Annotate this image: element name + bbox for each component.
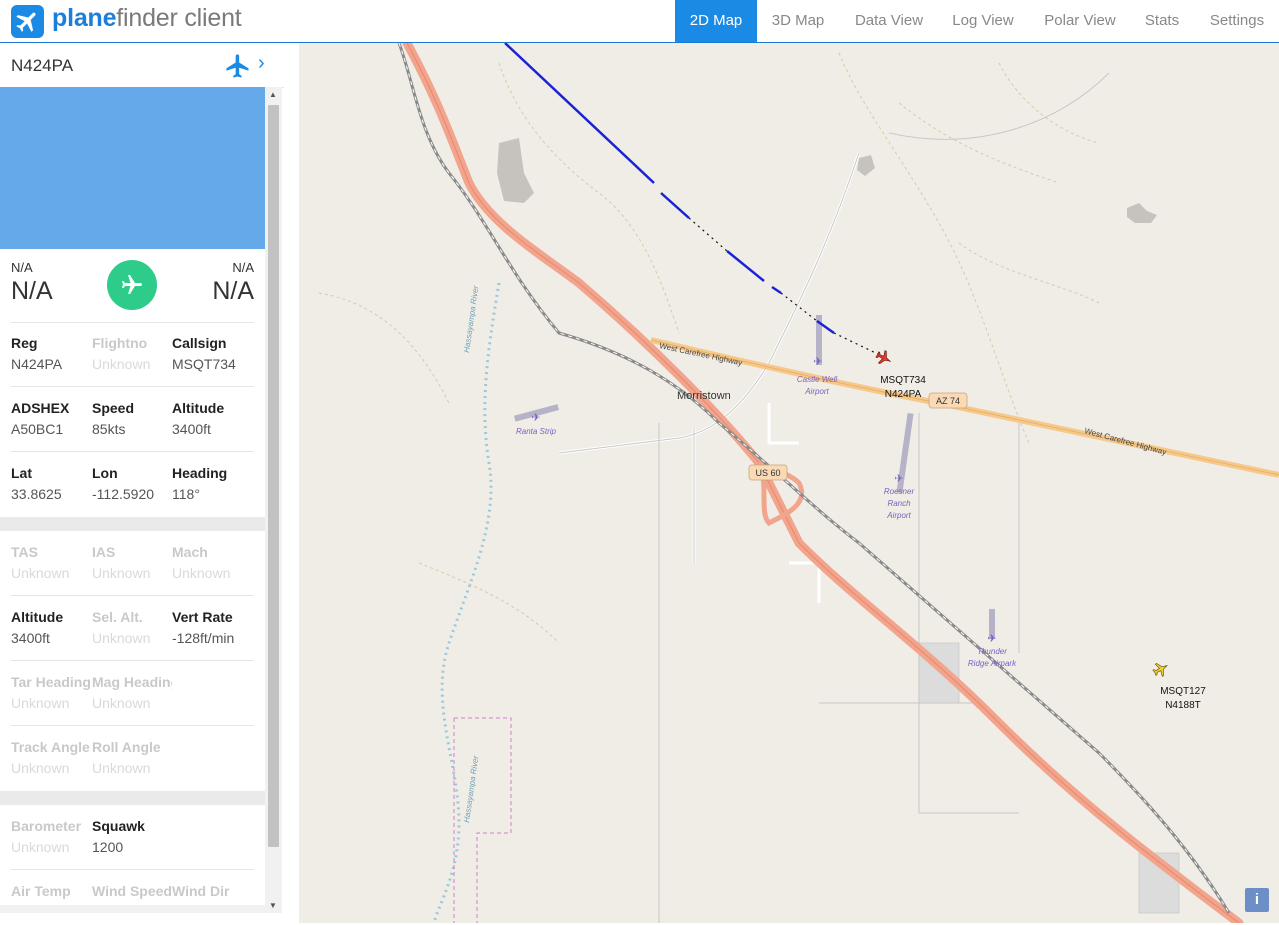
section-band xyxy=(0,517,265,531)
flight-track-gap xyxy=(688,217,885,358)
aircraft-photo xyxy=(0,87,265,249)
field-callsign: Callsign MSQT734 xyxy=(172,335,236,372)
field-track-angle: Track Angle Unknown xyxy=(11,739,90,776)
svg-text:✈: ✈ xyxy=(531,412,540,424)
field-heading: Heading 118° xyxy=(172,465,228,502)
svg-text:Ridge Airpark: Ridge Airpark xyxy=(968,659,1017,668)
section-band xyxy=(0,791,265,805)
svg-text:AZ 74: AZ 74 xyxy=(936,396,960,406)
place-label-morristown: Morristown xyxy=(677,390,731,402)
field-selected-altitude: Sel. Alt. Unknown xyxy=(92,609,151,646)
aircraft-registration: N424PA xyxy=(11,56,74,75)
field-tas: TAS Unknown xyxy=(11,544,70,581)
svg-text:Roesner: Roesner xyxy=(884,487,915,496)
ranta-strip: ✈ Ranta Strip xyxy=(513,404,559,436)
az74-shield: AZ 74 xyxy=(928,392,968,409)
chevron-right-icon[interactable]: › xyxy=(258,52,265,75)
scroll-up-icon[interactable]: ▲ xyxy=(269,90,277,99)
brand-name: planefinder client xyxy=(52,4,242,32)
map-canvas[interactable]: Hassayampa River Hassayampa River West C… xyxy=(299,43,1279,923)
svg-text:Ranta Strip: Ranta Strip xyxy=(516,427,557,436)
plane-logo-icon[interactable] xyxy=(11,5,44,38)
scroll-down-icon[interactable]: ▼ xyxy=(269,901,277,910)
svg-text:N4188T: N4188T xyxy=(1165,700,1201,711)
tab-3d-map[interactable]: 3D Map xyxy=(762,0,834,42)
field-wind-speed: Wind Speed xyxy=(92,883,172,899)
scrollbar-thumb[interactable] xyxy=(268,105,279,847)
tab-settings[interactable]: Settings xyxy=(1200,0,1274,42)
horizontal-scrollbar[interactable] xyxy=(0,905,265,913)
field-reg: Reg N424PA xyxy=(11,335,63,372)
aircraft-header: N424PA › xyxy=(0,43,284,88)
vertical-scrollbar[interactable]: ▲ ▼ xyxy=(265,87,282,913)
tab-polar-view[interactable]: Polar View xyxy=(1036,0,1124,42)
field-lon: Lon -112.5920 xyxy=(92,465,155,502)
divider xyxy=(11,660,254,661)
aircraft-marker[interactable]: MSQT127 N4188T xyxy=(1151,659,1206,711)
map-view[interactable]: Hassayampa River Hassayampa River West C… xyxy=(299,43,1279,923)
svg-text:Airport: Airport xyxy=(804,387,829,396)
field-adshex: ADSHEX A50BC1 xyxy=(11,400,70,437)
svg-text:MSQT127: MSQT127 xyxy=(1160,686,1206,697)
field-air-temp: Air Temp xyxy=(11,883,71,899)
map-info-button[interactable]: i xyxy=(1245,888,1269,912)
origin-label: N/A xyxy=(11,260,33,275)
field-altitude: Altitude 3400ft xyxy=(172,400,225,437)
field-roll-angle: Roll Angle Unknown xyxy=(92,739,161,776)
route-airplane-icon xyxy=(107,260,157,310)
svg-text:Castle Well: Castle Well xyxy=(797,375,838,384)
tab-stats[interactable]: Stats xyxy=(1135,0,1189,42)
destination-label: N/A xyxy=(232,260,254,275)
tab-log-view[interactable]: Log View xyxy=(943,0,1023,42)
field-speed: Speed 85kts xyxy=(92,400,135,437)
route-summary: N/A N/A N/A N/A xyxy=(11,260,254,320)
divider xyxy=(11,725,254,726)
svg-text:N424PA: N424PA xyxy=(885,389,922,400)
tab-2d-map[interactable]: 2D Map xyxy=(675,0,757,42)
svg-text:✈: ✈ xyxy=(813,356,822,368)
field-barometer: Barometer Unknown xyxy=(11,818,82,855)
svg-text:✈: ✈ xyxy=(987,633,996,645)
us60-shield: US 60 xyxy=(748,464,788,481)
river-label: Hassayampa River xyxy=(462,285,480,354)
field-ias: IAS Unknown xyxy=(92,544,151,581)
top-header: planefinder client 2D Map 3D Map Data Vi… xyxy=(0,0,1279,43)
svg-text:US 60: US 60 xyxy=(755,468,780,478)
airplane-icon[interactable] xyxy=(224,52,252,80)
origin-code: N/A xyxy=(11,277,53,305)
field-tar-heading: Tar Heading Unknown xyxy=(11,674,91,711)
divider xyxy=(11,451,254,452)
aircraft-details-panel: N424PA › N/A N/A N/A N/A Reg N424PA Fligh… xyxy=(0,43,284,925)
svg-text:MSQT734: MSQT734 xyxy=(880,375,926,386)
field-wind-dir: Wind Dir xyxy=(172,883,230,899)
field-mag-heading: Mag Heading Unknown xyxy=(92,674,172,711)
svg-text:Ranch: Ranch xyxy=(887,499,911,508)
svg-text:Thunder: Thunder xyxy=(977,647,1007,656)
roesner-ranch-airport: ✈ Roesner Ranch Airport xyxy=(884,412,915,520)
road-label: West Carefree Highway xyxy=(1083,426,1167,457)
svg-text:Airport: Airport xyxy=(886,511,911,520)
tab-data-view[interactable]: Data View xyxy=(846,0,932,42)
field-mach: Mach Unknown xyxy=(172,544,231,581)
castle-well-airport: ✈ Castle Well Airport xyxy=(797,315,838,396)
field-vert-rate: Vert Rate -128ft/min xyxy=(172,609,235,646)
field-flightno: Flightno Unknown xyxy=(92,335,151,372)
flight-track xyxy=(504,43,835,335)
field-altitude-2: Altitude 3400ft xyxy=(11,609,64,646)
divider xyxy=(11,869,254,870)
divider xyxy=(11,595,254,596)
thunder-ridge-airpark: ✈ Thunder Ridge Airpark xyxy=(968,609,1017,668)
divider xyxy=(11,386,254,387)
field-lat: Lat 33.8625 xyxy=(11,465,62,502)
divider xyxy=(11,322,254,323)
field-squawk: Squawk 1200 xyxy=(92,818,145,855)
svg-text:✈: ✈ xyxy=(894,473,903,485)
destination-code: N/A xyxy=(212,277,254,305)
river-label: Hassayampa River xyxy=(462,755,480,824)
